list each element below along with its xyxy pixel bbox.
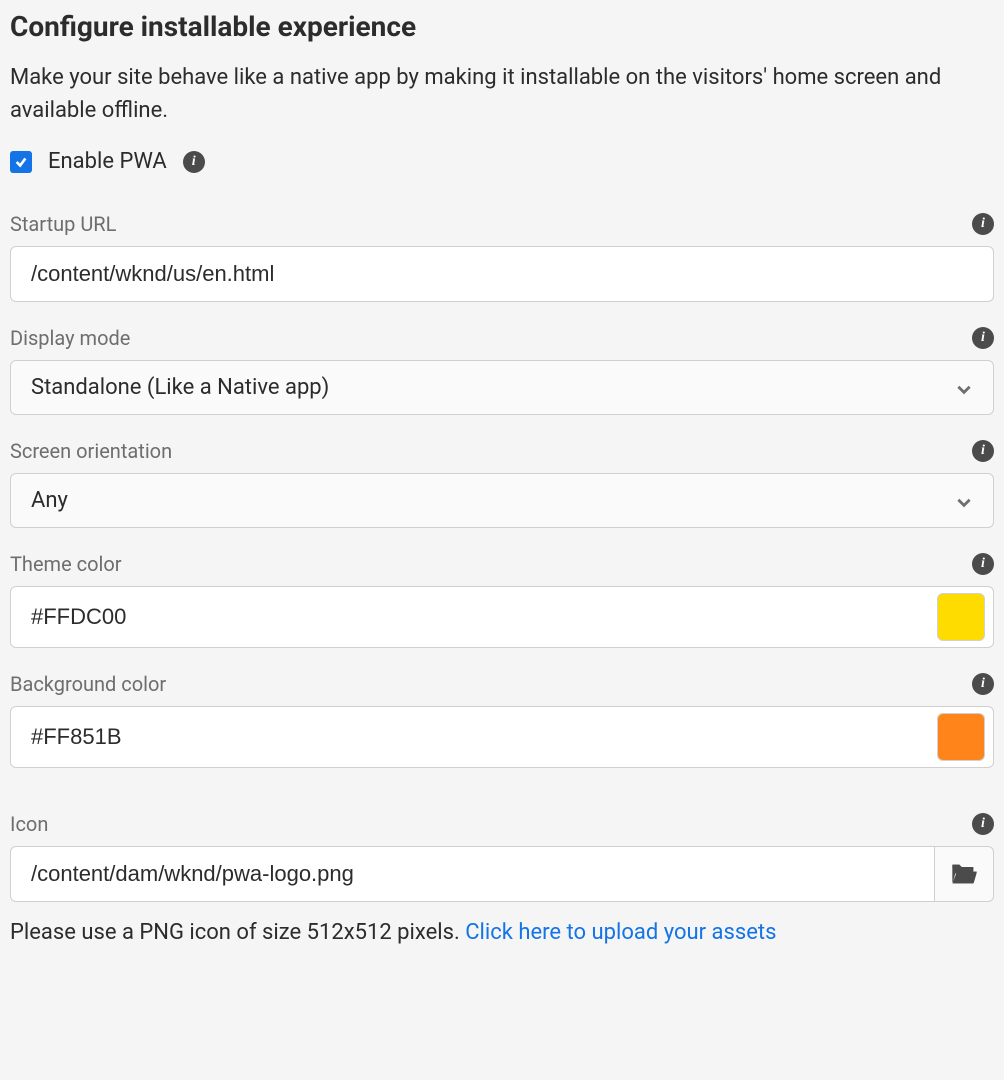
enable-pwa-label: Enable PWA bbox=[48, 149, 167, 174]
theme-color-label: Theme color bbox=[10, 552, 122, 576]
info-icon[interactable]: i bbox=[972, 213, 994, 235]
icon-field: Icon i Please use a PNG icon of size 512… bbox=[10, 812, 994, 945]
page-title: Configure installable experience bbox=[10, 10, 994, 43]
display-mode-field: Display mode i Standalone (Like a Native… bbox=[10, 326, 994, 415]
theme-color-swatch[interactable] bbox=[937, 593, 985, 641]
checkmark-icon bbox=[14, 155, 28, 169]
screen-orientation-value: Any bbox=[31, 488, 68, 513]
background-color-field: Background color i bbox=[10, 672, 994, 768]
info-icon[interactable]: i bbox=[972, 813, 994, 835]
background-color-swatch[interactable] bbox=[937, 713, 985, 761]
info-icon[interactable]: i bbox=[183, 151, 205, 173]
enable-pwa-checkbox[interactable] bbox=[10, 151, 32, 173]
chevron-down-icon bbox=[955, 379, 973, 397]
screen-orientation-field: Screen orientation i Any bbox=[10, 439, 994, 528]
screen-orientation-label: Screen orientation bbox=[10, 439, 172, 463]
info-icon[interactable]: i bbox=[972, 673, 994, 695]
icon-label: Icon bbox=[10, 812, 48, 836]
info-icon[interactable]: i bbox=[972, 440, 994, 462]
display-mode-select[interactable]: Standalone (Like a Native app) bbox=[10, 360, 994, 415]
display-mode-label: Display mode bbox=[10, 326, 130, 350]
upload-assets-link[interactable]: Click here to upload your assets bbox=[465, 920, 776, 945]
icon-hint-text: Please use a PNG icon of size 512x512 pi… bbox=[10, 920, 465, 945]
startup-url-label: Startup URL bbox=[10, 212, 116, 236]
enable-pwa-row: Enable PWA i bbox=[10, 149, 994, 174]
background-color-label: Background color bbox=[10, 672, 166, 696]
info-icon[interactable]: i bbox=[972, 327, 994, 349]
theme-color-field: Theme color i bbox=[10, 552, 994, 648]
chevron-down-icon bbox=[955, 492, 973, 510]
info-icon[interactable]: i bbox=[972, 553, 994, 575]
theme-color-input[interactable] bbox=[31, 596, 937, 638]
folder-open-icon bbox=[950, 860, 978, 888]
background-color-input[interactable] bbox=[31, 716, 937, 758]
page-description: Make your site behave like a native app … bbox=[10, 61, 994, 127]
screen-orientation-select[interactable]: Any bbox=[10, 473, 994, 528]
browse-button[interactable] bbox=[934, 846, 994, 902]
display-mode-value: Standalone (Like a Native app) bbox=[31, 375, 329, 400]
icon-hint: Please use a PNG icon of size 512x512 pi… bbox=[10, 920, 994, 945]
icon-path-input[interactable] bbox=[10, 846, 934, 902]
startup-url-field: Startup URL i bbox=[10, 212, 994, 302]
startup-url-input[interactable] bbox=[10, 246, 994, 302]
